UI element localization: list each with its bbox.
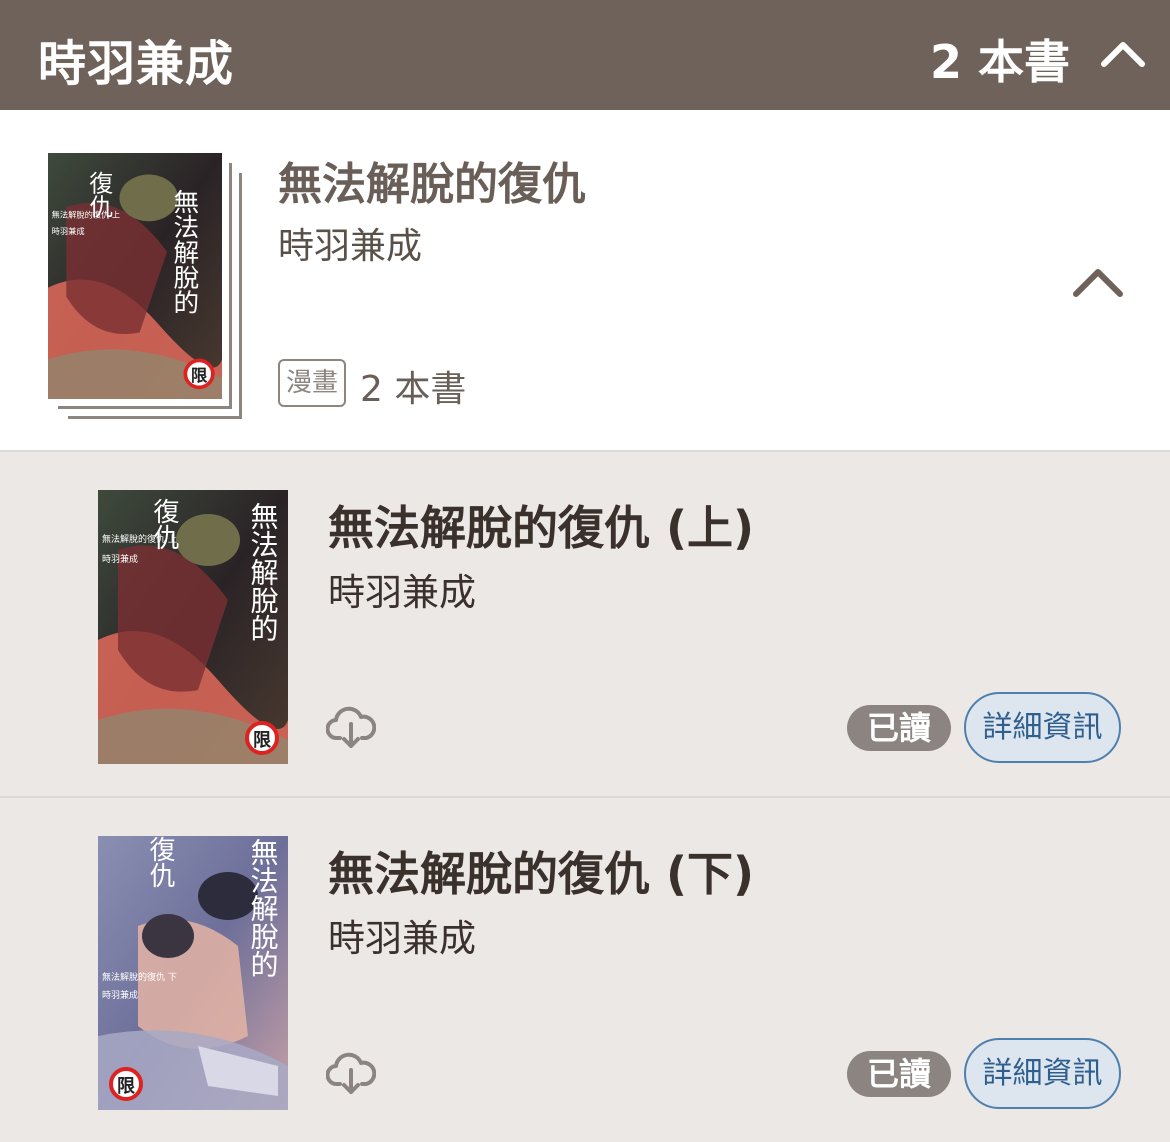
- cover-side-title: 復仇: [145, 836, 175, 888]
- cover-small-text: 無法解脫的復仇 上: [102, 533, 177, 545]
- series-title: 無法解脫的復仇: [278, 159, 586, 210]
- book-title[interactable]: 無法解脫的復仇 (上): [328, 492, 754, 558]
- book-cover-image[interactable]: 無法解脫的 復仇 無法解脫的復仇 上 時羽兼成 限: [98, 490, 288, 764]
- series-cover-stack: 無法解脫的 復仇 無法解脫的復仇 上 時羽兼成 限: [48, 153, 244, 419]
- book-cover-image[interactable]: 無法解脫的 復仇 無法解脫的復仇 下 時羽兼成 限: [98, 836, 288, 1110]
- cloud-download-icon[interactable]: [326, 702, 376, 752]
- cover-rating-badge: 限: [253, 730, 272, 751]
- cover-title-text: 無法解脫的: [247, 838, 280, 978]
- chevron-up-icon[interactable]: [1098, 30, 1148, 80]
- cloud-download-icon[interactable]: [326, 1048, 376, 1098]
- series-author: 時羽兼成: [278, 226, 423, 267]
- cover-rating-badge: 限: [191, 366, 208, 385]
- cover-small-text: 無法解脫的復仇 上: [52, 210, 121, 220]
- detail-info-button[interactable]: 詳細資訊: [964, 1038, 1121, 1109]
- cover-title-text: 無法解脫的: [247, 502, 280, 642]
- book-author: 時羽兼成: [328, 571, 476, 614]
- cover-small-author: 時羽兼成: [102, 553, 138, 565]
- cover-small-author: 時羽兼成: [102, 989, 138, 1001]
- read-status-badge: 已讀: [847, 1051, 951, 1097]
- cover-small-author: 時羽兼成: [52, 226, 85, 236]
- series-book-count: 2 本書: [360, 369, 467, 410]
- author-header[interactable]: 時羽兼成 2 本書: [0, 0, 1170, 110]
- series-cover-image: 無法解脫的 復仇 無法解脫的復仇 上 時羽兼成 限: [48, 153, 222, 399]
- cover-title-text: 無法解脫的: [170, 189, 200, 315]
- cover-small-text: 無法解脫的復仇 下: [102, 971, 177, 983]
- book-row[interactable]: 無法解脫的 復仇 無法解脫的復仇 上 時羽兼成 限 無法解脫的復仇 (上) 時羽…: [0, 454, 1170, 798]
- book-count: 2 本書: [929, 35, 1070, 89]
- book-author: 時羽兼成: [328, 917, 476, 960]
- series-row[interactable]: 無法解脫的 復仇 無法解脫的復仇 上 時羽兼成 限 無法解脫的復仇 時羽兼成 漫…: [0, 110, 1170, 452]
- collapse-chevron-icon[interactable]: [1072, 262, 1124, 302]
- detail-info-button[interactable]: 詳細資訊: [964, 692, 1121, 763]
- read-status-badge: 已讀: [847, 705, 951, 751]
- book-title[interactable]: 無法解脫的復仇 (下): [328, 838, 754, 904]
- author-name: 時羽兼成: [38, 36, 235, 92]
- book-row[interactable]: 無法解脫的 復仇 無法解脫的復仇 下 時羽兼成 限 無法解脫的復仇 (下) 時羽…: [0, 800, 1170, 1142]
- genre-tag: 漫畫: [278, 359, 346, 407]
- cover-rating-badge: 限: [117, 1076, 136, 1097]
